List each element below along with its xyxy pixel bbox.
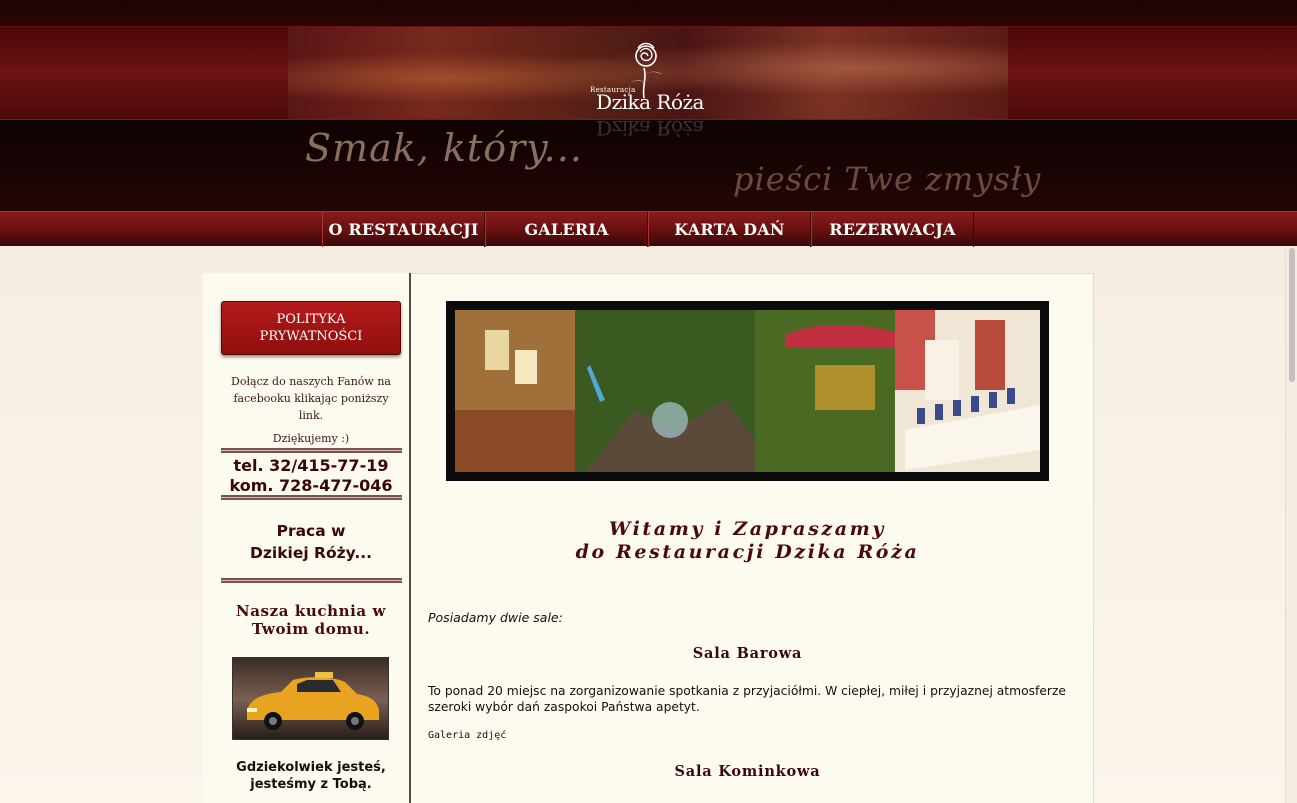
logo-reflection: Dzika Róża — [596, 116, 704, 140]
mobile-number: kom. 728-477-046 — [229, 476, 393, 495]
privacy-button-line1: POLITYKA — [276, 312, 346, 327]
room-title-bar: Sala Barowa — [692, 645, 803, 662]
job-offer-link[interactable]: Praca w Dzikiej Róży... — [221, 520, 401, 564]
privacy-policy-button[interactable]: POLITYKA PRYWATNOŚCI — [221, 301, 401, 355]
nav-item-reservation[interactable]: REZERWACJA — [811, 212, 974, 247]
taxi-icon — [233, 658, 388, 739]
restaurant-logo[interactable]: Restauracja Dzika Róża Dzika Róża — [590, 40, 710, 160]
gallery-link[interactable]: Galeria zdjęć — [428, 730, 506, 741]
fb-text-line2: facebooku klikając poniższy link. — [233, 392, 389, 422]
facebook-invite-text: Dołącz do naszych Fanów na facebooku kli… — [221, 373, 401, 424]
job-link-line1: Praca w — [276, 522, 346, 540]
logo-name: Dzika Róża — [596, 90, 704, 114]
divider — [221, 578, 402, 583]
panorama-image — [455, 310, 1040, 472]
delivery-caption-line1: Gdziekolwiek jesteś, — [236, 760, 386, 775]
header-top-strip — [0, 0, 1297, 27]
taxi-delivery-image[interactable] — [232, 657, 389, 740]
welcome-heading: Witamy i Zapraszamy do Restauracji Dzika… — [446, 518, 1049, 564]
delivery-caption: Gdziekolwiek jesteś, jesteśmy z Tobą. — [221, 759, 401, 793]
main-navigation: O RESTAURACJI GALERIA KARTA DAŃ REZERWAC… — [0, 211, 1297, 247]
delivery-heading-line2: Twoim domu. — [251, 620, 371, 638]
privacy-button-line2: PRYWATNOŚCI — [259, 329, 363, 344]
welcome-line2: do Restauracji Dzika Róża — [575, 541, 920, 563]
nav-item-gallery[interactable]: GALERIA — [485, 212, 648, 247]
delivery-caption-line2: jesteśmy z Tobą. — [250, 777, 372, 792]
job-link-line2: Dzikiej Róży... — [250, 544, 372, 562]
nav-item-about[interactable]: O RESTAURACJI — [322, 212, 485, 247]
contact-phones: tel. 32/415-77-19 kom. 728-477-046 — [221, 456, 401, 496]
slogan-left: Smak, który... — [305, 126, 583, 170]
room-description-bar: To ponad 20 miejsc na zorganizowanie spo… — [428, 684, 1067, 714]
intro-text: Posiadamy dwie sale: — [428, 610, 563, 625]
nav-item-menu[interactable]: KARTA DAŃ — [648, 212, 811, 247]
welcome-line1: Witamy i Zapraszamy — [608, 518, 887, 540]
scrollbar-thumb[interactable] — [1289, 248, 1295, 382]
divider — [221, 495, 402, 500]
divider — [221, 448, 402, 453]
slogan-right: pieści Twe zmysły — [733, 160, 1042, 198]
delivery-heading: Nasza kuchnia w Twoim domu. — [221, 602, 401, 638]
delivery-heading-line1: Nasza kuchnia w — [235, 602, 387, 620]
phone-number: tel. 32/415-77-19 — [233, 456, 389, 475]
room-title-fireplace: Sala Kominkowa — [674, 763, 821, 780]
page-scrollbar[interactable] — [1285, 246, 1297, 803]
thanks-text: Dziękujemy :) — [272, 432, 350, 445]
fb-text-line1: Dołącz do naszych Fanów na — [231, 375, 391, 388]
restaurant-panorama-photo — [446, 301, 1049, 481]
